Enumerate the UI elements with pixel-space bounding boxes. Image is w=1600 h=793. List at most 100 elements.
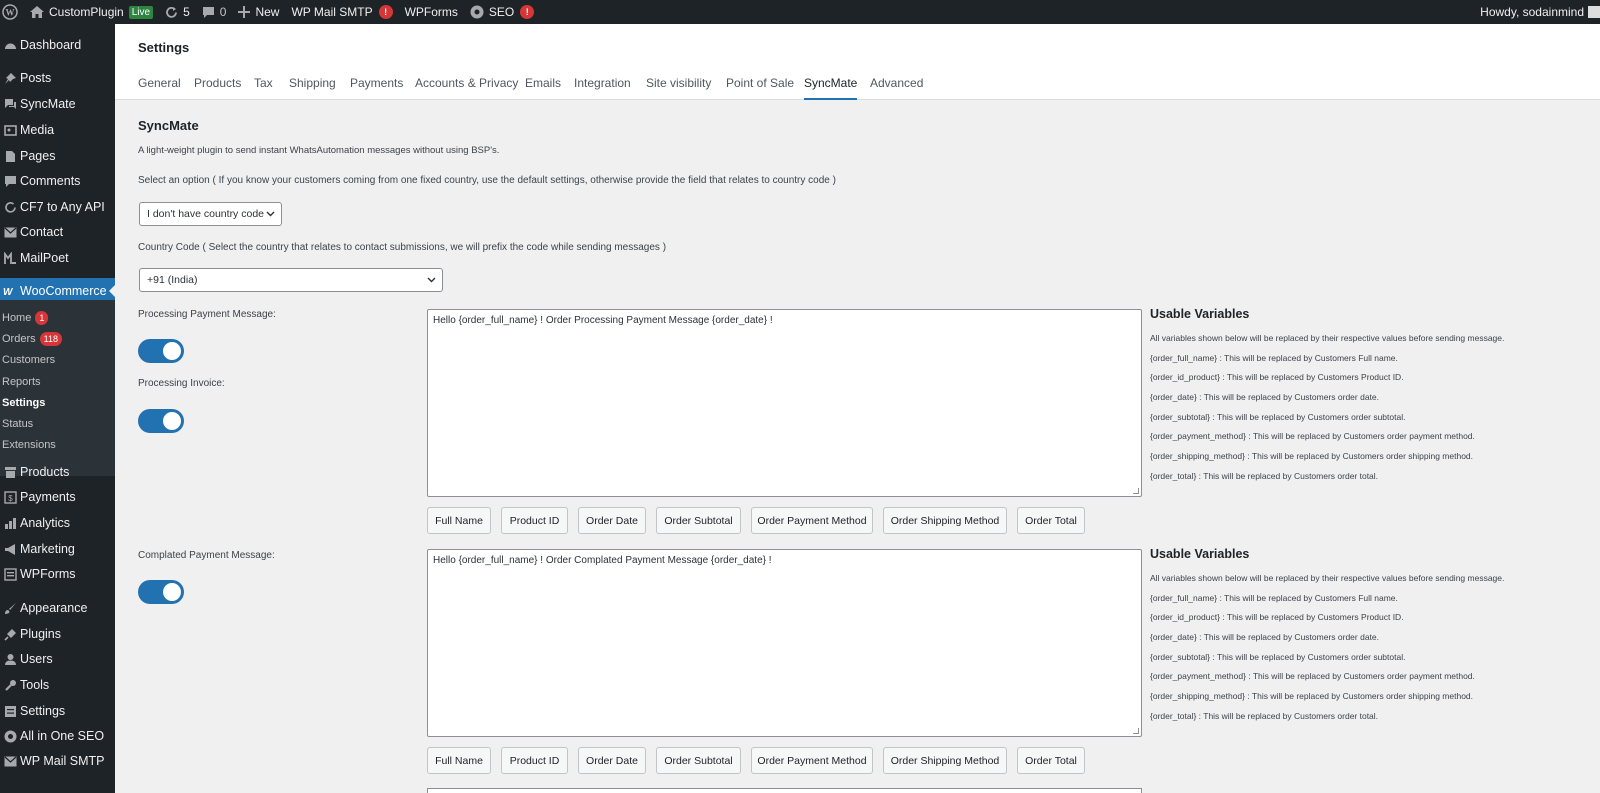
- submenu-item-settings[interactable]: Settings: [2, 393, 45, 413]
- new-content-link[interactable]: New: [232, 0, 285, 24]
- country-code-label: Country Code ( Select the country that r…: [138, 242, 667, 253]
- variable-line: {order_total} : This will be replaced by…: [1150, 710, 1379, 721]
- sidebar-item-pages[interactable]: Pages: [0, 144, 115, 168]
- sidebar-item-payments[interactable]: $ Payments: [0, 485, 115, 509]
- sidebar-item-analytics[interactable]: Analytics: [0, 511, 115, 535]
- count-badge: 118: [39, 332, 62, 346]
- insert-order-total-button[interactable]: Order Total: [1017, 747, 1085, 774]
- sidebar-item-wpforms[interactable]: WPForms: [0, 562, 115, 586]
- site-name-link[interactable]: CustomPlugin Live: [24, 0, 159, 24]
- sidebar-item-contact[interactable]: Contact: [0, 220, 115, 244]
- next-message-textarea[interactable]: [427, 788, 1142, 793]
- insert-order-shipping-method-button[interactable]: Order Shipping Method: [883, 747, 1007, 774]
- tab-accounts-privacy[interactable]: Accounts & Privacy: [415, 76, 518, 100]
- submenu-item-extensions[interactable]: Extensions: [2, 435, 56, 455]
- sidebar-item-users[interactable]: Users: [0, 647, 115, 671]
- insert-order-payment-method-button[interactable]: Order Payment Method: [751, 747, 873, 774]
- refresh-icon: [0, 201, 20, 214]
- tab-products[interactable]: Products: [194, 76, 241, 100]
- sidebar-item-label: WPForms: [20, 567, 76, 581]
- admin-sidebar: Dashboard Posts SyncMate Media Pages Com…: [0, 24, 115, 793]
- bar-chart-icon: [0, 517, 20, 530]
- sidebar-item-syncmate[interactable]: SyncMate: [0, 92, 115, 116]
- seo-link[interactable]: SEO !: [464, 0, 540, 24]
- wordpress-logo-icon[interactable]: W: [0, 0, 24, 24]
- wp-mail-smtp-link[interactable]: WP Mail SMTP !: [285, 0, 398, 24]
- svg-text:$: $: [8, 494, 13, 503]
- sidebar-item-comments[interactable]: Comments: [0, 169, 115, 193]
- country-code-select[interactable]: +91 (India): [139, 268, 443, 292]
- tab-integration[interactable]: Integration: [574, 76, 631, 100]
- sidebar-item-label: Appearance: [20, 601, 88, 615]
- insert-order-payment-method-button[interactable]: Order Payment Method: [751, 507, 873, 534]
- wpforms-link[interactable]: WPForms: [399, 0, 464, 24]
- insert-full-name-button[interactable]: Full Name: [427, 747, 491, 774]
- avatar: [1588, 6, 1600, 18]
- submenu-item-orders[interactable]: Orders 118: [2, 329, 62, 349]
- tab-shipping[interactable]: Shipping: [289, 76, 336, 100]
- insert-order-subtotal-button[interactable]: Order Subtotal: [656, 507, 741, 534]
- submenu-item-customers[interactable]: Customers: [2, 350, 55, 370]
- variable-line: {order_date} : This will be replaced by …: [1150, 392, 1379, 403]
- insert-product-id-button[interactable]: Product ID: [501, 747, 568, 774]
- tab-general[interactable]: General: [138, 76, 181, 100]
- settings-icon: [0, 705, 20, 718]
- sidebar-item-tools[interactable]: Tools: [0, 673, 115, 697]
- resize-handle-icon[interactable]: [1133, 488, 1139, 494]
- submenu-item-label: Orders: [2, 333, 36, 345]
- processing-message-textarea[interactable]: Hello {order_full_name} ! Order Processi…: [427, 309, 1142, 497]
- updates-link[interactable]: 5: [159, 0, 196, 24]
- insert-order-subtotal-button[interactable]: Order Subtotal: [656, 747, 741, 774]
- sidebar-item-media[interactable]: Media: [0, 118, 115, 142]
- insert-order-date-button[interactable]: Order Date: [578, 507, 646, 534]
- sidebar-item-mailpoet[interactable]: MailPoet: [0, 246, 115, 270]
- dollar-icon: $: [0, 490, 20, 504]
- sidebar-item-dashboard[interactable]: Dashboard: [0, 33, 115, 57]
- live-badge: Live: [128, 5, 154, 19]
- insert-order-total-button[interactable]: Order Total: [1017, 507, 1085, 534]
- sidebar-item-products[interactable]: Products: [0, 460, 115, 484]
- submenu-item-label: Settings: [2, 397, 46, 409]
- insert-product-id-button[interactable]: Product ID: [501, 507, 568, 534]
- processing-payment-toggle[interactable]: [138, 339, 184, 363]
- sidebar-item-all-in-one-seo[interactable]: All in One SEO: [0, 724, 115, 748]
- tab-advanced[interactable]: Advanced: [870, 76, 923, 100]
- submenu-item-reports[interactable]: Reports: [2, 372, 41, 392]
- country-code-option-select[interactable]: I don't have country code: [139, 202, 282, 226]
- processing-invoice-label: Processing Invoice:: [138, 378, 225, 389]
- insert-order-shipping-method-button[interactable]: Order Shipping Method: [883, 507, 1007, 534]
- tab-emails[interactable]: Emails: [525, 76, 561, 100]
- submenu-item-status[interactable]: Status: [2, 414, 33, 434]
- sidebar-item-cf7-to-any-api[interactable]: CF7 to Any API: [0, 195, 115, 219]
- sidebar-item-marketing[interactable]: Marketing: [0, 537, 115, 561]
- completed-message-textarea[interactable]: Hello {order_full_name} ! Order Complate…: [427, 549, 1142, 737]
- insert-order-date-button[interactable]: Order Date: [578, 747, 646, 774]
- sidebar-item-wp-mail-smtp[interactable]: WP Mail SMTP: [0, 749, 115, 773]
- completed-payment-toggle[interactable]: [138, 580, 184, 604]
- sidebar-item-plugins[interactable]: Plugins: [0, 622, 115, 646]
- resize-handle-icon[interactable]: [1133, 728, 1139, 734]
- processing-invoice-toggle[interactable]: [138, 409, 184, 433]
- sidebar-item-appearance[interactable]: Appearance: [0, 596, 115, 620]
- chevron-down-icon: [266, 209, 275, 221]
- variable-line: {order_subtotal} : This will be replaced…: [1150, 651, 1406, 662]
- pin-icon: [0, 72, 20, 85]
- tab-point-of-sale[interactable]: Point of Sale: [726, 76, 794, 100]
- tab-syncmate[interactable]: SyncMate: [804, 76, 858, 100]
- sidebar-item-settings[interactable]: Settings: [0, 699, 115, 723]
- tab-site-visibility[interactable]: Site visibility: [646, 76, 711, 100]
- sidebar-item-posts[interactable]: Posts: [0, 66, 115, 90]
- insert-full-name-button[interactable]: Full Name: [427, 507, 491, 534]
- submenu-item-label: Status: [2, 418, 34, 430]
- comments-link[interactable]: 0: [196, 0, 233, 24]
- account-menu[interactable]: Howdy, sodainmind: [1474, 0, 1600, 24]
- svg-text:W: W: [3, 287, 14, 296]
- tab-tax[interactable]: Tax: [254, 76, 273, 100]
- sidebar-item-label: MailPoet: [20, 251, 69, 265]
- submenu-item-home[interactable]: Home 1: [2, 308, 49, 328]
- tab-payments[interactable]: Payments: [350, 76, 403, 100]
- envelope-icon: [0, 756, 20, 767]
- page-title: Settings: [138, 40, 190, 55]
- megaphone-icon: [0, 543, 20, 556]
- seo-icon: [470, 5, 484, 19]
